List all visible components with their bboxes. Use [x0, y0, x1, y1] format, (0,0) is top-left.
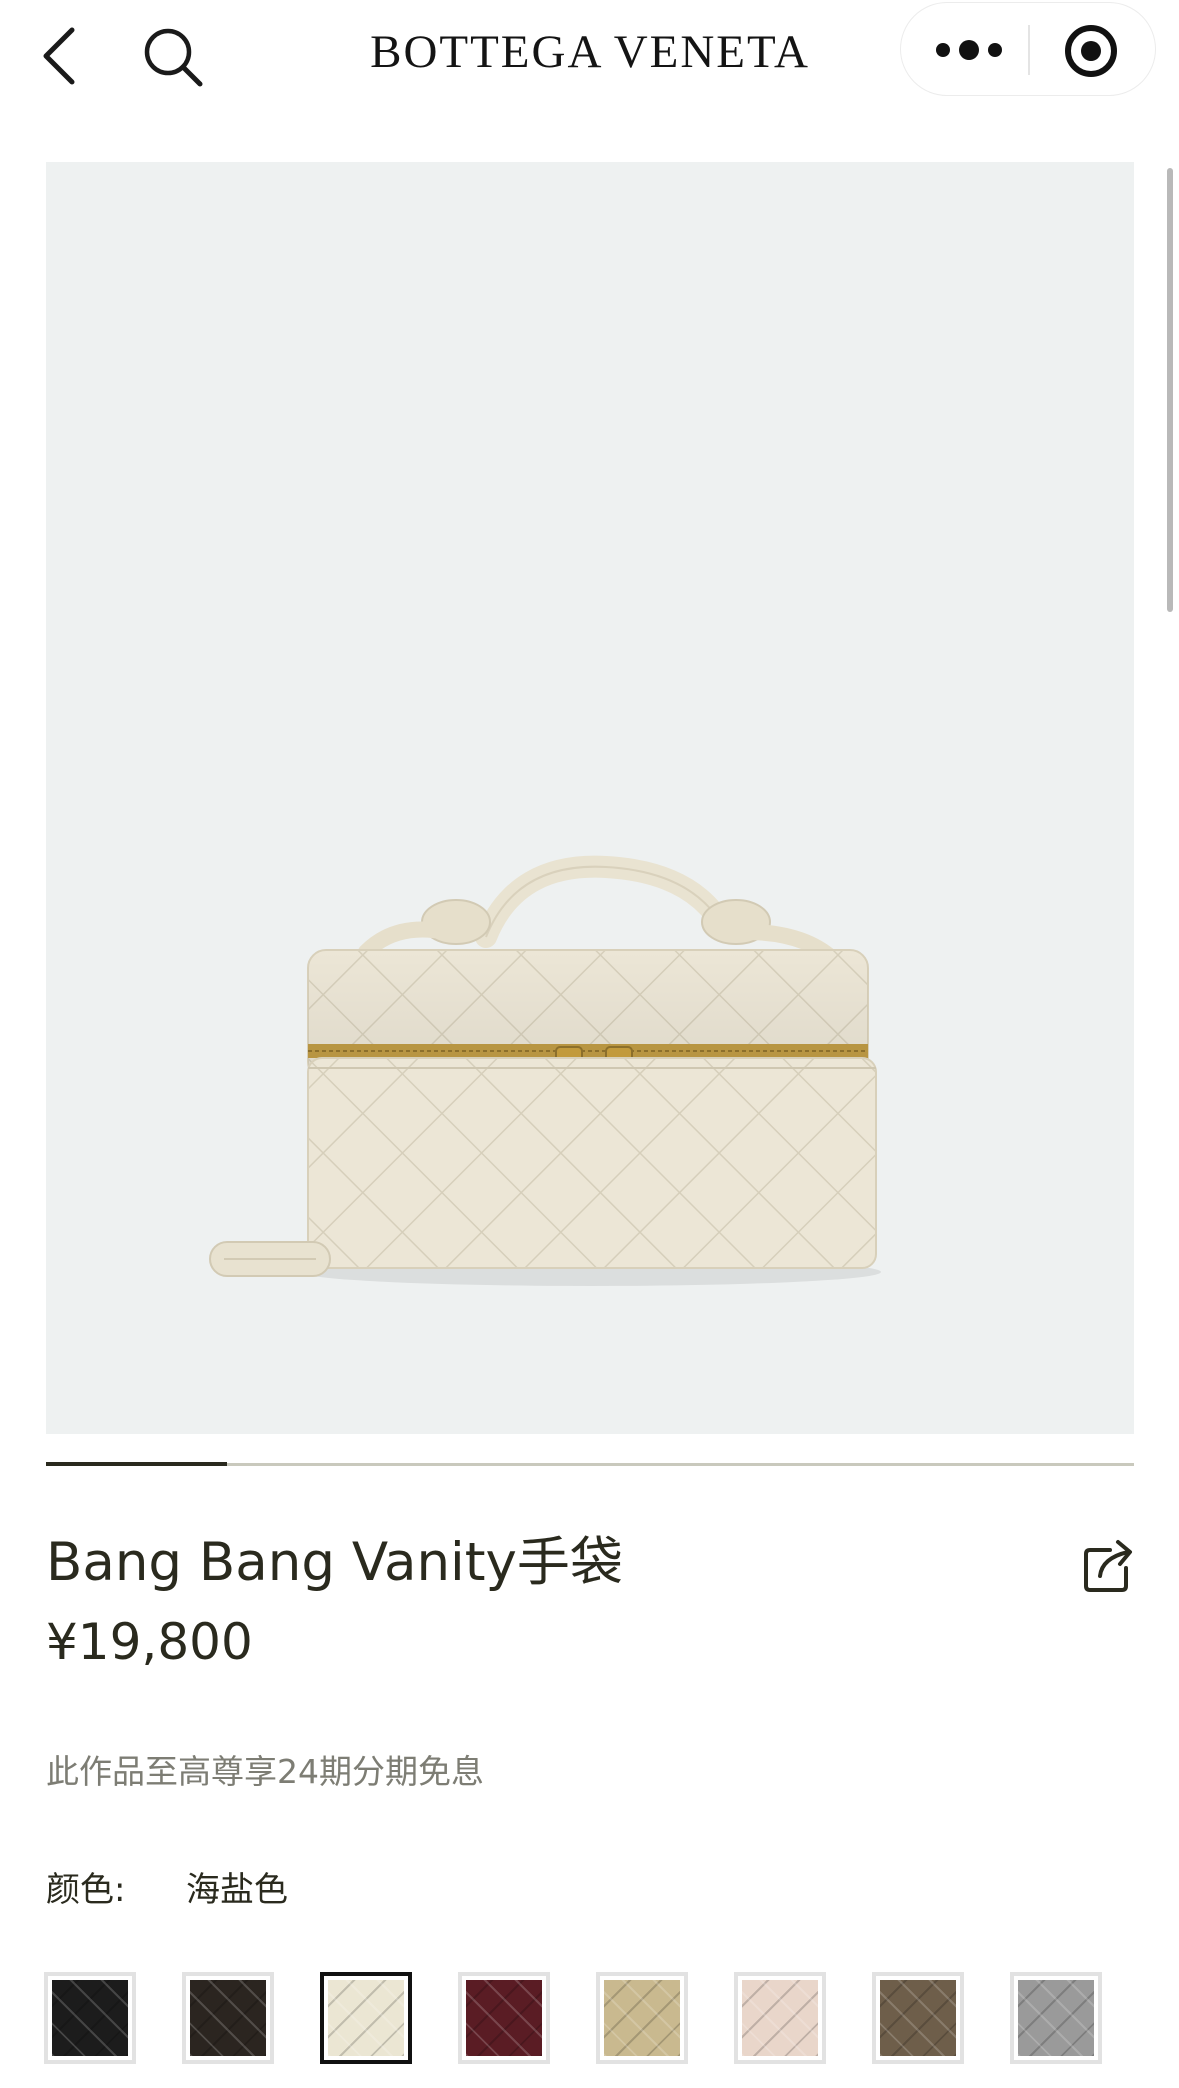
product-price: ¥19,800 [46, 1613, 253, 1671]
share-button[interactable] [1082, 1538, 1136, 1594]
color-swatch[interactable] [458, 1972, 550, 2064]
color-swatch[interactable] [872, 1972, 964, 2064]
close-mini-program-button[interactable] [1063, 23, 1119, 79]
search-button[interactable] [140, 24, 204, 88]
top-bar: BOTTEGA VENETA [0, 0, 1179, 110]
color-swatch-list [44, 1972, 1144, 2072]
more-dots-icon [936, 40, 1002, 60]
color-label: 颜色: [46, 1870, 126, 1910]
chevron-left-icon [43, 27, 75, 85]
color-swatch-fill [1018, 1980, 1094, 2056]
capsule-divider [1028, 25, 1030, 75]
share-icon [1084, 1540, 1132, 1592]
record-target-icon [1065, 25, 1117, 77]
color-swatch[interactable] [734, 1972, 826, 2064]
color-swatch-fill [328, 1980, 404, 2056]
color-swatch[interactable] [320, 1972, 412, 2064]
color-swatch-fill [742, 1980, 818, 2056]
color-swatch[interactable] [1010, 1972, 1102, 2064]
color-swatch[interactable] [182, 1972, 274, 2064]
brand-logo[interactable]: BOTTEGA VENETA [330, 24, 850, 80]
mini-program-capsule [900, 2, 1156, 96]
color-swatch[interactable] [44, 1972, 136, 2064]
installment-note: 此作品至高尊享24期分期免息 [46, 1752, 484, 1791]
color-swatch-fill [52, 1980, 128, 2056]
color-swatch-fill [190, 1980, 266, 2056]
color-swatch-fill [880, 1980, 956, 2056]
carousel-progress-track [46, 1462, 1134, 1466]
more-button[interactable] [929, 25, 1009, 75]
product-title: Bang Bang Vanity手袋 [46, 1532, 623, 1593]
back-button[interactable] [38, 24, 86, 88]
color-swatch[interactable] [596, 1972, 688, 2064]
product-image-carousel[interactable] [46, 162, 1134, 1434]
search-icon [144, 28, 203, 87]
selected-color-name: 海盐色 [186, 1870, 288, 1910]
carousel-progress-indicator [46, 1462, 228, 1466]
product-image [209, 855, 881, 1286]
color-swatch-fill [604, 1980, 680, 2056]
color-swatch-fill [466, 1980, 542, 2056]
scrollbar-thumb[interactable] [1167, 168, 1173, 612]
